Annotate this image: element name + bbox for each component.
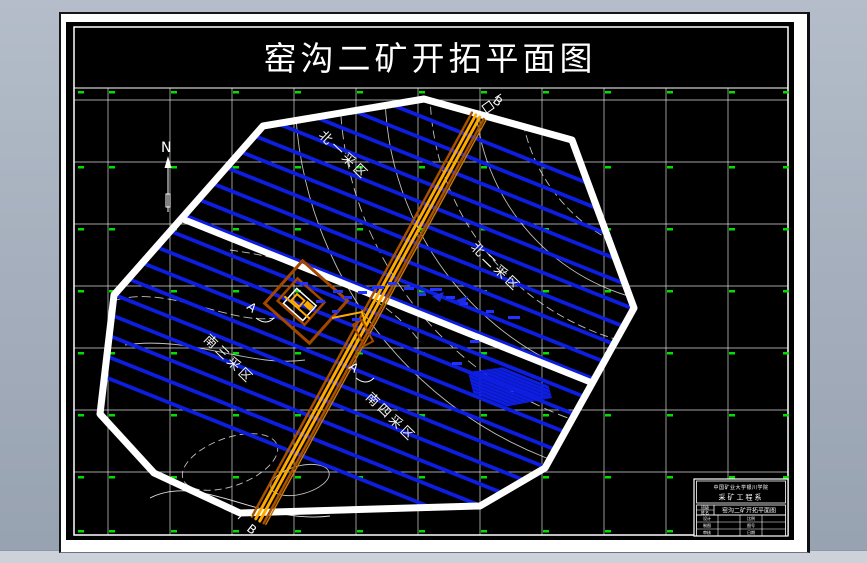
tb-row1-right: 比例 bbox=[747, 515, 755, 521]
tb-row2-right: 图号 bbox=[747, 522, 755, 528]
drawing-page: 窑沟二矿开拓平面图 N 北一采区 北二采区 南三采区 南四采区 A A B B … bbox=[59, 12, 810, 553]
north-label: N bbox=[161, 140, 171, 156]
drawing-canvas[interactable]: 窑沟二矿开拓平面图 N 北一采区 北二采区 南三采区 南四采区 A A B B … bbox=[66, 22, 794, 540]
title-block-student: 姓名 bbox=[701, 509, 709, 515]
coordinate-grid bbox=[74, 88, 788, 535]
tb-row1-left: 设计 bbox=[703, 515, 711, 521]
tb-row3-right: 日期 bbox=[747, 529, 755, 535]
map-title: 窑沟二矿开拓平面图 bbox=[264, 39, 597, 78]
tb-row3-left: 审核 bbox=[703, 529, 711, 535]
cad-plan-svg: 窑沟二矿开拓平面图 N 北一采区 北二采区 南三采区 南四采区 A A B B … bbox=[73, 26, 789, 537]
goaf-hatch-block bbox=[468, 362, 552, 412]
title-block-org2: 采矿工程系 bbox=[719, 493, 764, 502]
title-block-drawing-name: 窑沟二矿开拓平面图 bbox=[722, 507, 776, 515]
tb-row2-left: 制图 bbox=[703, 522, 711, 528]
title-block-org1: 中国矿业大学银川学院 bbox=[713, 484, 768, 491]
title-block: 中国矿业大学银川学院 采矿工程系 班级 姓名 窑沟二矿开拓平面图 设计 比例 制… bbox=[693, 478, 789, 537]
section-b-top: B bbox=[490, 93, 505, 109]
